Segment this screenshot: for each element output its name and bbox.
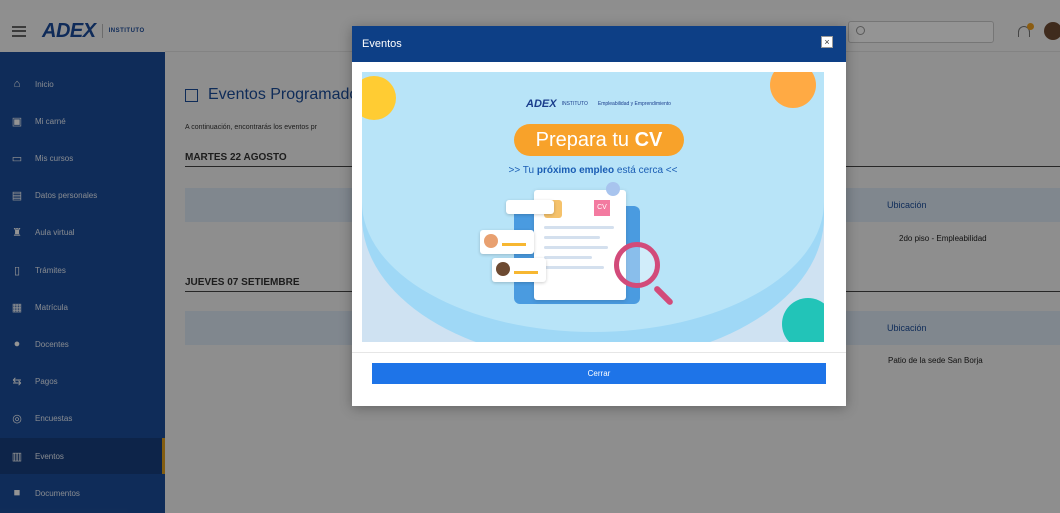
banner-headline: Prepara tu CV bbox=[514, 124, 684, 156]
banner-logos: ADEX INSTITUTO Empleabilidad y Emprendim… bbox=[526, 98, 671, 110]
close-icon[interactable]: × bbox=[821, 36, 833, 48]
decorative-circle bbox=[782, 298, 824, 342]
profile-card-illustration bbox=[492, 258, 546, 282]
cv-tag: CV bbox=[594, 200, 610, 216]
tagline-bold: próximo empleo bbox=[536, 165, 615, 176]
tagline-post: está cerca << bbox=[614, 165, 678, 176]
resume-line bbox=[544, 256, 592, 259]
resume-line bbox=[544, 266, 604, 269]
headline-text: Prepara tu bbox=[535, 129, 635, 151]
tagline-pre: >> Tu bbox=[508, 165, 537, 176]
check-badge-icon bbox=[606, 182, 620, 196]
resume-line bbox=[544, 226, 614, 229]
profile-card-illustration bbox=[480, 230, 534, 254]
cerrar-button[interactable]: Cerrar bbox=[372, 363, 826, 384]
modal-divider bbox=[352, 352, 846, 353]
resume-line bbox=[544, 246, 608, 249]
profile-card-illustration bbox=[506, 200, 554, 214]
events-modal: Eventos × ADEX INSTITUTO Empleabilidad y… bbox=[352, 26, 846, 406]
banner-logo-sub: INSTITUTO bbox=[561, 101, 588, 107]
magnifier-icon bbox=[614, 242, 660, 288]
banner-logo: ADEX bbox=[526, 98, 557, 110]
banner-partner: Empleabilidad y Emprendimiento bbox=[597, 101, 671, 107]
event-banner-image: ADEX INSTITUTO Empleabilidad y Emprendim… bbox=[362, 72, 824, 342]
modal-title: Eventos bbox=[362, 38, 402, 50]
modal-header: Eventos × bbox=[352, 26, 846, 62]
headline-bold: CV bbox=[634, 129, 663, 151]
resume-line bbox=[544, 236, 600, 239]
banner-tagline: >> Tu próximo empleo está cerca << bbox=[362, 165, 824, 176]
